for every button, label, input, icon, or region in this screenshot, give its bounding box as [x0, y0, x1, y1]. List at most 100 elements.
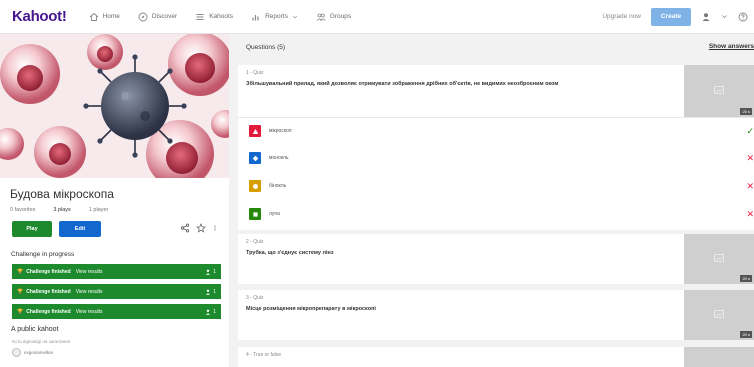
challenge-count-value: 1 — [213, 288, 216, 295]
visibility-subtext: Єсть відповіді на запитання — [12, 339, 71, 344]
challenge-count-value: 1 — [213, 308, 216, 315]
question-card[interactable]: 1 - Quiz Збільшувальний прилад, який доз… — [238, 65, 754, 117]
question-image-placeholder: 20 s — [684, 290, 754, 340]
chevron-down-icon — [292, 15, 297, 18]
upgrade-link[interactable]: Upgrade now — [602, 13, 641, 20]
nav-home[interactable]: Home — [89, 12, 120, 22]
square-icon — [252, 211, 258, 217]
challenge-player-count: 1 — [205, 269, 216, 275]
trophy-icon: 🏆 — [17, 268, 24, 275]
challenge-row[interactable]: 🏆 Challenge finished View results 1 — [12, 304, 221, 319]
image-icon — [714, 310, 724, 318]
question-card[interactable]: 3 - Quiz Місце розміщення мікропрепарату… — [238, 290, 754, 340]
virus-cells-illustration — [0, 34, 229, 178]
play-button[interactable]: Play — [12, 221, 52, 237]
challenge-count-value: 1 — [213, 268, 216, 275]
compass-icon — [138, 12, 148, 21]
question-text: Трубка, що з'єднує систему лінз — [246, 250, 334, 256]
nav-groups[interactable]: Groups — [316, 12, 351, 22]
question-type: 4 - True or false — [246, 352, 282, 358]
time-limit-badge: 20 s — [740, 275, 752, 282]
answer-label: мікроскоп — [269, 128, 292, 134]
answer-option: мікроскоп ✓ — [249, 124, 754, 138]
challenge-player-count: 1 — [205, 289, 216, 295]
challenge-status: Challenge finished — [26, 268, 71, 275]
visibility-heading: A public kahoot — [11, 326, 59, 333]
answer-label: лупа — [269, 211, 280, 217]
time-limit-badge: 20 s — [740, 108, 752, 115]
nav-reports-label: Reports — [265, 13, 288, 20]
create-button[interactable]: Create — [651, 7, 691, 26]
star-icon[interactable] — [196, 223, 206, 233]
show-answers-button[interactable]: Show answers — [709, 43, 754, 50]
person-icon — [206, 289, 211, 295]
answer-option: монокль ✕ — [249, 151, 754, 165]
avatar — [12, 348, 21, 357]
answer-option: лупа ✕ — [249, 207, 754, 221]
more-options-icon[interactable] — [212, 223, 218, 233]
kahoot-actions — [180, 223, 218, 233]
chevron-down-icon[interactable] — [721, 13, 728, 20]
user-icon[interactable] — [701, 12, 711, 22]
answer-label: монокль — [269, 155, 289, 161]
cover-image — [0, 34, 229, 178]
nav-kahoots[interactable]: Kahoots — [195, 12, 233, 22]
share-icon[interactable] — [180, 223, 190, 233]
nav-reports[interactable]: Reports — [251, 12, 298, 22]
plays-count: 3 plays — [53, 207, 71, 213]
circle-icon — [252, 183, 258, 189]
groups-icon — [316, 13, 326, 21]
question-card[interactable]: 2 - Quiz Трубка, що з'єднує систему лінз… — [238, 234, 754, 284]
cross-icon: ✕ — [746, 180, 754, 191]
top-navigation: Kahoot! Home Discover Kahoots Reports Gr… — [0, 0, 754, 34]
answers-list: мікроскоп ✓ монокль ✕ бінокль ✕ лупа ✕ — [238, 117, 754, 230]
players-count: 1 player — [88, 207, 109, 213]
nav-groups-label: Groups — [329, 13, 352, 20]
answer-shape — [249, 125, 261, 137]
kahoot-details-panel: Будова мікроскопа 0 favorites 3 plays 1 … — [0, 34, 229, 367]
creator-info[interactable]: evgeniamelkai — [12, 348, 53, 357]
kahoot-logo[interactable]: Kahoot! — [12, 8, 67, 25]
kahoot-stats: 0 favorites 3 plays 1 player — [10, 207, 108, 213]
answer-shape — [249, 152, 261, 164]
nav-home-label: Home — [102, 13, 120, 20]
bar-chart-icon — [252, 14, 259, 20]
question-image-placeholder — [684, 347, 754, 367]
challenge-row[interactable]: 🏆 Challenge finished View results 1 — [12, 284, 221, 299]
challenge-row[interactable]: 🏆 Challenge finished View results 1 — [12, 264, 221, 279]
person-icon — [206, 309, 211, 315]
triangle-icon — [252, 128, 258, 134]
question-image-placeholder: 20 s — [684, 65, 754, 117]
view-results-link[interactable]: View results — [76, 289, 103, 295]
answer-option: бінокль ✕ — [249, 179, 754, 193]
favorites-count: 0 favorites — [10, 207, 36, 213]
question-type: 3 - Quiz — [246, 295, 264, 301]
challenge-player-count: 1 — [205, 309, 216, 315]
home-icon — [89, 12, 98, 21]
trophy-icon: 🏆 — [17, 288, 24, 295]
image-icon — [714, 254, 724, 262]
help-icon[interactable] — [738, 12, 748, 22]
check-icon: ✓ — [746, 125, 754, 136]
person-icon — [206, 269, 211, 275]
questions-panel: Questions (5) Show answers 1 - Quiz Збіл… — [238, 34, 754, 367]
list-icon — [196, 13, 204, 20]
challenge-heading: Challenge in progress — [11, 251, 75, 258]
trophy-icon: 🏆 — [17, 308, 24, 315]
question-card[interactable]: 4 - True or false — [238, 347, 754, 367]
question-type: 2 - Quiz — [246, 239, 264, 245]
time-limit-badge: 20 s — [740, 331, 752, 338]
creator-name: evgeniamelkai — [24, 350, 53, 355]
kahoot-title: Будова мікроскопа — [10, 187, 114, 201]
cross-icon: ✕ — [746, 152, 754, 163]
view-results-link[interactable]: View results — [76, 269, 103, 275]
view-results-link[interactable]: View results — [76, 309, 103, 315]
nav-discover[interactable]: Discover — [138, 12, 177, 22]
question-text: Збільшувальний прилад, який дозволяє отр… — [246, 81, 559, 87]
nav-discover-label: Discover — [151, 13, 178, 20]
answer-label: бінокль — [269, 183, 287, 189]
challenge-status: Challenge finished — [26, 308, 71, 315]
answer-shape — [249, 180, 261, 192]
edit-button[interactable]: Edit — [59, 221, 101, 237]
image-icon — [714, 86, 724, 94]
